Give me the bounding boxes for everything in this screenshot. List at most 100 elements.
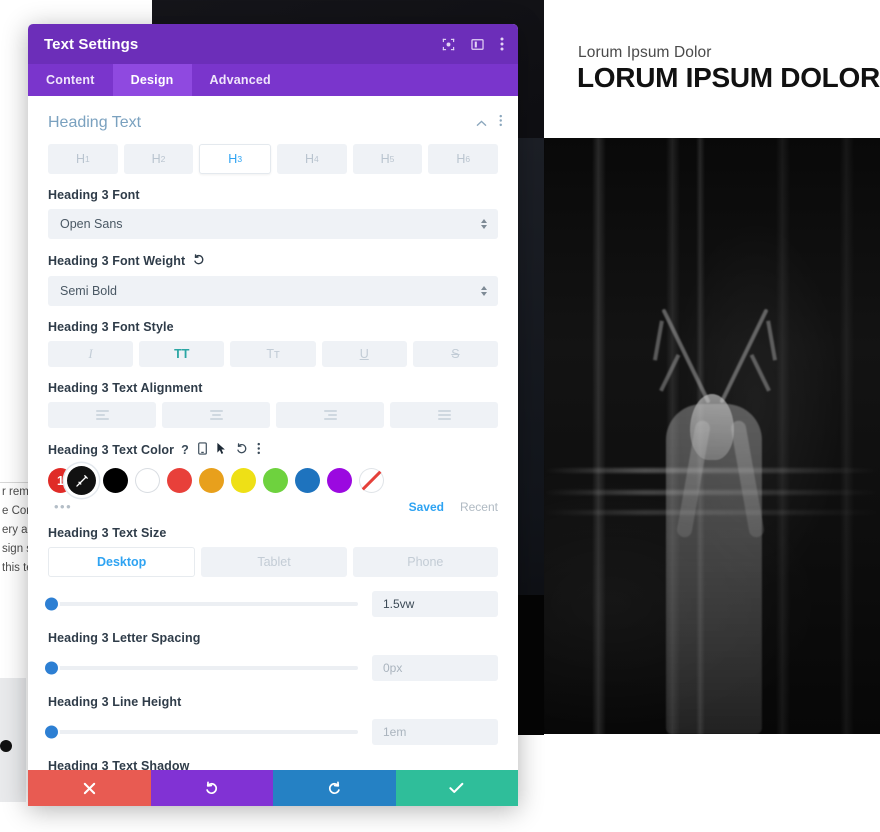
swatch-white[interactable]	[135, 468, 160, 493]
align-justify-button[interactable]	[390, 402, 498, 428]
chevron-up-icon[interactable]	[476, 114, 487, 132]
section-heading-text[interactable]: Heading Text	[28, 96, 518, 138]
letter-spacing-slider-handle[interactable]	[45, 661, 58, 675]
heading-font-weight-value: Semi Bold	[60, 284, 117, 298]
tab-advanced[interactable]: Advanced	[192, 64, 289, 96]
swatch-purple[interactable]	[327, 468, 352, 493]
h5-label: H	[380, 152, 390, 166]
tab-design[interactable]: Design	[112, 64, 192, 96]
swatch-blue[interactable]	[295, 468, 320, 493]
card-title: LORUM IPSUM DOLOR	[577, 62, 880, 93]
modal-title: Text Settings	[44, 35, 139, 53]
heading-level-h5[interactable]: H5	[352, 144, 423, 174]
redo-button[interactable]	[273, 770, 396, 806]
font-style-uppercase[interactable]: TT	[139, 341, 225, 367]
field-heading-letter-spacing: Heading 3 Letter Spacing 0px	[28, 631, 518, 681]
chevron-updown-icon	[481, 286, 487, 296]
field-heading-font-style: Heading 3 Font Style I TT Tт U S	[28, 320, 518, 367]
heading-level-h4[interactable]: H4	[277, 144, 347, 174]
font-style-options: I TT Tт U S	[48, 341, 499, 367]
text-size-slider[interactable]	[45, 597, 358, 611]
heading-font-weight-select[interactable]: Semi Bold	[48, 276, 498, 306]
swatch-yellow[interactable]	[231, 468, 256, 493]
align-left-button[interactable]	[48, 402, 156, 428]
text-size-value[interactable]: 1.5vw	[372, 591, 498, 617]
text-alignment-options	[48, 402, 498, 428]
align-right-icon	[323, 410, 337, 420]
text-settings-modal: Text Settings Content Design Advanced He…	[28, 24, 518, 806]
cancel-button[interactable]	[28, 770, 151, 806]
field-heading-text-shadow: Heading 3 Text Shadow ⊘ aA aA	[28, 759, 518, 770]
modal-body: Heading Text H 1 H 2 H 3 H 4 H 5 H 6 Hea…	[28, 96, 518, 770]
align-center-button[interactable]	[162, 402, 270, 428]
heading-level-h3[interactable]: H3	[199, 144, 272, 174]
swatch-eyedropper[interactable]	[67, 466, 96, 495]
align-left-icon	[95, 410, 109, 420]
swatch-green[interactable]	[263, 468, 288, 493]
underline-icon: U	[359, 347, 369, 361]
line-height-slider-handle[interactable]	[45, 725, 58, 739]
panel-layout-icon[interactable]	[471, 38, 484, 51]
small-caps-icon: Tт	[266, 347, 280, 361]
swatch-orange[interactable]	[199, 468, 224, 493]
heading-font-select[interactable]: Open Sans	[48, 209, 498, 239]
device-tabs: Desktop Tablet Phone	[48, 547, 498, 577]
heading-level-h6[interactable]: H6	[428, 144, 499, 174]
heading-font-value: Open Sans	[60, 217, 123, 231]
font-style-italic[interactable]: I	[48, 341, 134, 367]
vertical-dots-icon[interactable]	[500, 37, 504, 51]
text-size-slider-handle[interactable]	[45, 597, 58, 611]
recent-colors-tab[interactable]: Recent	[460, 500, 498, 514]
undo-button[interactable]	[150, 770, 273, 806]
device-tab-phone[interactable]: Phone	[352, 547, 498, 577]
more-colors-icon[interactable]: •••	[54, 499, 72, 514]
font-style-underline[interactable]: U	[321, 341, 407, 367]
focus-target-icon[interactable]	[442, 38, 455, 51]
saved-colors-tab[interactable]: Saved	[409, 500, 444, 514]
help-icon[interactable]: ?	[181, 443, 189, 457]
swatch-transparent[interactable]	[359, 468, 384, 493]
vertical-dots-icon[interactable]	[257, 442, 261, 458]
swatch-black[interactable]	[103, 468, 128, 493]
font-style-small-caps[interactable]: Tт	[230, 341, 316, 367]
modal-tabs: Content Design Advanced	[28, 64, 518, 96]
field-heading-font: Heading 3 Font Open Sans	[28, 188, 518, 239]
line-height-value[interactable]: 1em	[372, 719, 498, 745]
field-heading-text-color: Heading 3 Text Color ?	[28, 442, 518, 458]
font-style-strikethrough[interactable]: S	[412, 341, 499, 367]
heading-text-alignment-label: Heading 3 Text Alignment	[48, 381, 203, 395]
letter-spacing-slider[interactable]	[45, 661, 358, 675]
device-tab-desktop[interactable]: Desktop	[48, 547, 196, 577]
chevron-updown-icon	[481, 219, 487, 229]
swatch-red[interactable]	[167, 468, 192, 493]
heading-level-h2[interactable]: H2	[123, 144, 194, 174]
heading-level-h1[interactable]: H1	[48, 144, 118, 174]
strikethrough-icon: S	[451, 347, 460, 361]
hover-cursor-icon[interactable]	[216, 442, 226, 458]
left-panel-dot	[0, 740, 12, 752]
heading-font-style-label: Heading 3 Font Style	[48, 320, 174, 334]
save-button[interactable]	[395, 770, 518, 806]
line-height-slider[interactable]	[45, 725, 358, 739]
reset-icon[interactable]	[192, 253, 205, 269]
tab-content[interactable]: Content	[28, 64, 113, 96]
heading-letter-spacing-label: Heading 3 Letter Spacing	[48, 631, 201, 645]
align-right-button[interactable]	[276, 402, 384, 428]
modal-footer	[28, 770, 518, 806]
letter-spacing-value[interactable]: 0px	[372, 655, 498, 681]
uppercase-icon: TT	[174, 347, 190, 361]
hero-photo	[544, 138, 880, 734]
h6-sub: 6	[465, 154, 471, 164]
mobile-icon[interactable]	[197, 442, 207, 458]
heading-text-color-label: Heading 3 Text Color	[48, 443, 175, 457]
reset-icon[interactable]	[235, 442, 248, 458]
heading-level-tabs: H1 H2 H3 H4 H5 H6	[28, 138, 518, 174]
field-heading-text-size: Heading 3 Text Size Desktop Tablet Phone…	[28, 526, 518, 617]
device-tab-tablet[interactable]: Tablet	[201, 547, 347, 577]
vertical-dots-icon[interactable]	[499, 114, 503, 132]
field-heading-font-weight: Heading 3 Font Weight Semi Bold	[28, 253, 518, 306]
color-swatch-footer: ••• Saved Recent	[28, 495, 518, 514]
align-center-icon	[209, 410, 223, 420]
h3-sub: 3	[237, 154, 243, 164]
h4-sub: 4	[314, 154, 319, 164]
